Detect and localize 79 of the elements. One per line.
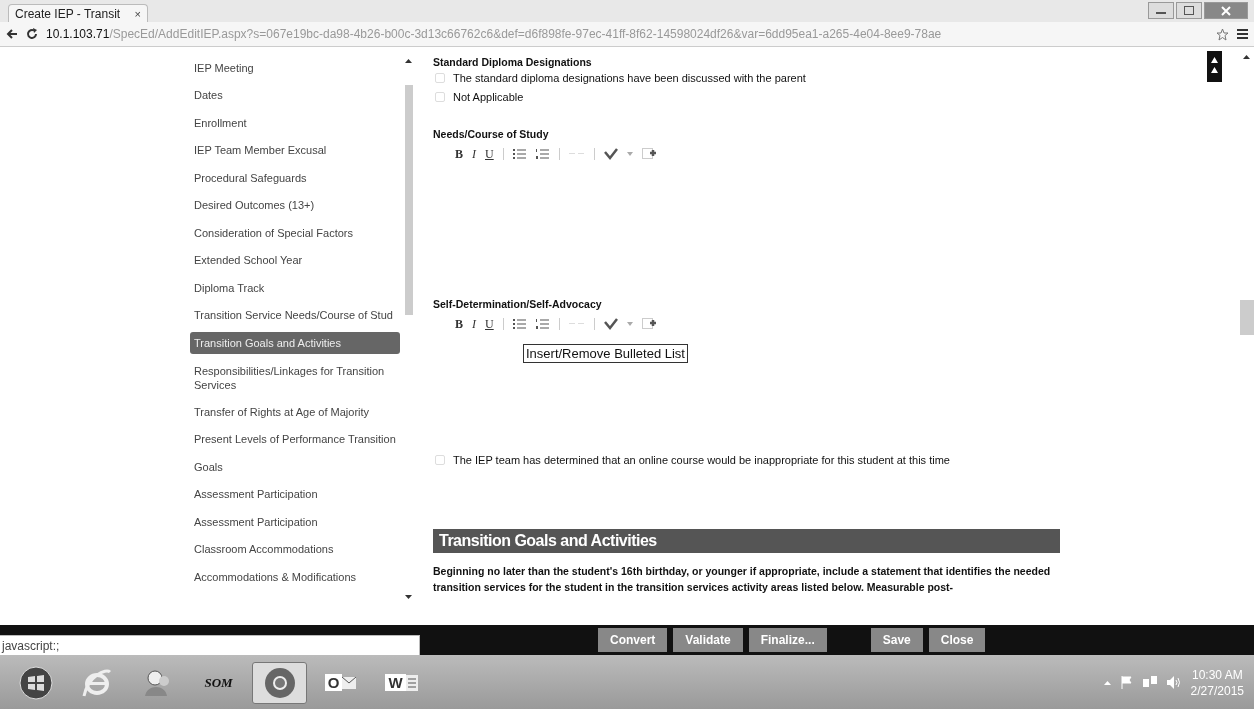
sidebar-item[interactable]: IEP Meeting <box>190 54 400 82</box>
taskbar-app[interactable]: O <box>313 661 368 704</box>
reload-icon[interactable] <box>26 28 38 40</box>
sidebar-item[interactable]: Present Levels of Performance Transition <box>190 425 400 453</box>
checkbox[interactable] <box>435 72 445 83</box>
underline-button[interactable]: U <box>485 146 494 162</box>
back-icon[interactable] <box>6 28 18 40</box>
sidebar-item[interactable]: Desired Outcomes (13+) <box>190 191 400 219</box>
instructions-text: Beginning no later than the student's 16th birthday, or younger if appropriate, include a statement that identifies the needed transition services for the student in the transition services activity areas listed below. Measurable post- <box>433 564 1052 595</box>
sidebar-item[interactable]: Transition Goals and Activities <box>190 332 400 354</box>
app-label: W <box>385 674 406 691</box>
maximize-button[interactable] <box>1176 2 1202 19</box>
status-text: javascript:; <box>0 635 420 656</box>
menu-icon[interactable] <box>1237 29 1248 39</box>
scroll-up-icon[interactable] <box>1243 55 1250 59</box>
bold-button[interactable]: B <box>455 146 463 162</box>
numbered-list-icon[interactable] <box>535 148 550 160</box>
taskbar-app[interactable] <box>252 661 307 704</box>
action-button[interactable]: Close <box>928 628 986 652</box>
sidebar-item[interactable]: Transition Service Needs/Course of Stud <box>190 301 400 329</box>
option-label: Not Applicable <box>453 90 524 103</box>
spellcheck-icon[interactable] <box>603 148 618 160</box>
taskbar-app[interactable]: SOM <box>191 661 246 704</box>
envelope-icon <box>342 676 357 689</box>
italic-button[interactable]: I <box>472 316 476 332</box>
app-label: SOM <box>204 674 233 691</box>
browser-tab[interactable]: Create IEP - Transit × <box>8 4 148 22</box>
date-text: 2/27/2015 <box>1190 682 1244 699</box>
underline-button[interactable]: U <box>485 316 494 332</box>
section-label: Self-Determination/Self-Advocacy <box>433 298 603 310</box>
start-orb-icon <box>17 664 54 701</box>
scroll-down-icon[interactable] <box>405 595 412 599</box>
bulleted-list-icon[interactable] <box>512 318 527 330</box>
taskbar-app[interactable]: W <box>374 661 429 704</box>
time-text: 10:30 AM <box>1191 666 1243 683</box>
sidebar-item[interactable]: Goals <box>190 453 400 481</box>
section-heading: Transition Goals and Activities <box>433 529 1060 553</box>
star-icon[interactable] <box>1216 27 1229 41</box>
action-button[interactable]: Validate <box>673 628 743 652</box>
sidebar-item[interactable]: Assessment Participation <box>190 508 400 536</box>
action-button[interactable]: Finalize... <box>748 628 827 652</box>
minimize-button[interactable] <box>1148 2 1174 19</box>
app-label: O <box>324 674 343 691</box>
action-button[interactable]: Save <box>870 628 923 652</box>
bulleted-list-icon[interactable] <box>512 148 527 160</box>
sidebar-item[interactable]: Assessment Participation <box>190 480 400 508</box>
sidebar-item[interactable]: IEP Team Member Excusal <box>190 136 400 164</box>
sidebar-item[interactable]: Consideration of Special Factors <box>190 219 400 247</box>
sidebar-item[interactable]: Diploma Track <box>190 274 400 302</box>
sidebar-item[interactable]: Transfer of Rights at Age of Majority <box>190 398 400 426</box>
scrollbar-thumb[interactable] <box>405 85 413 315</box>
section-label: Needs/Course of Study <box>433 128 550 140</box>
sidebar-item[interactable]: Classroom Accommodations <box>190 535 400 563</box>
tooltip: Insert/Remove Bulleted List <box>523 344 688 363</box>
close-button[interactable] <box>1204 2 1248 19</box>
sidebar-item[interactable]: Responsibilities/Linkages for Transition Services <box>190 357 400 398</box>
sidebar-item[interactable]: Dates <box>190 81 400 109</box>
checkbox[interactable] <box>435 91 445 102</box>
sidebar-item[interactable]: Procedural Safeguards <box>190 164 400 192</box>
sidebar-item[interactable]: Enrollment <box>190 109 400 137</box>
option-label: The standard diploma designations have been discussed with the parent <box>453 71 806 84</box>
sidebar-item[interactable]: Accommodations & Modifications <box>190 563 400 591</box>
sidebar-item[interactable]: Extended School Year <box>190 246 400 274</box>
jump-button[interactable] <box>1207 51 1222 82</box>
numbered-list-icon[interactable] <box>535 318 550 330</box>
close-icon <box>1221 5 1231 16</box>
option-label: The IEP team has determined that an online course would be inappropriate for this student at this time <box>453 454 950 466</box>
section-label: Standard Diploma Designations <box>433 56 593 68</box>
close-tab-button[interactable]: × <box>134 7 141 20</box>
italic-button[interactable]: I <box>472 146 476 162</box>
spellcheck-icon[interactable] <box>603 318 618 330</box>
checkbox[interactable] <box>435 455 445 465</box>
action-button[interactable]: Convert <box>598 628 668 652</box>
bold-button[interactable]: B <box>455 316 463 332</box>
insert-image-icon[interactable] <box>641 148 657 160</box>
scrollbar-thumb[interactable] <box>1240 300 1254 335</box>
maximize-icon <box>1184 6 1194 15</box>
scroll-up-icon[interactable] <box>405 59 412 63</box>
insert-image-icon[interactable] <box>641 318 657 330</box>
